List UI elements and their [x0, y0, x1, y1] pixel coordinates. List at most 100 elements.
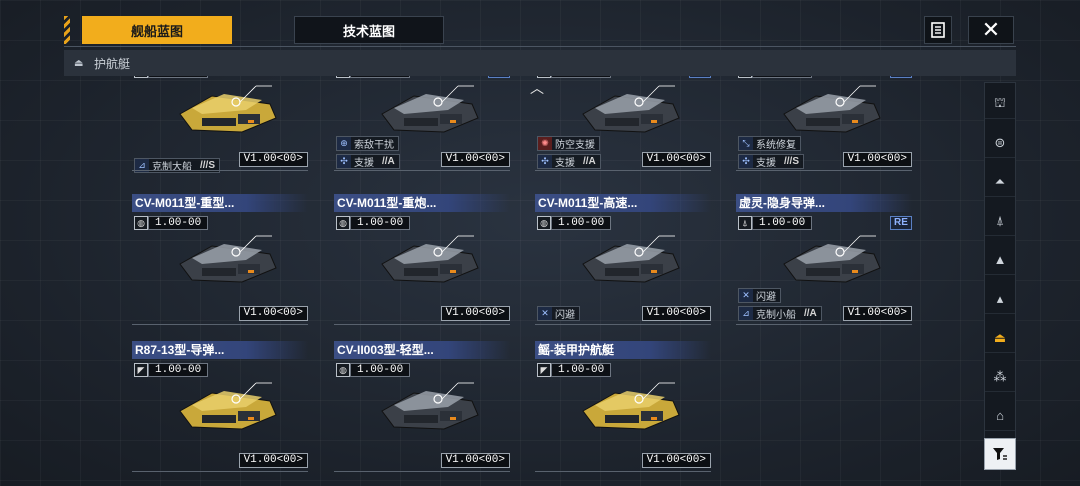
trait-tag: ⊕ 索敌干扰 [336, 136, 399, 151]
sidebar-item-fighter[interactable]: ▴ [985, 284, 1015, 314]
document-button[interactable] [924, 16, 952, 44]
card-frame-line [535, 471, 711, 472]
filter-button[interactable] [984, 438, 1016, 470]
wing-icon: ◤ [537, 363, 551, 377]
blueprint-card[interactable]: R87-13型-导弹... ◤ 1.00-00 V1.00<00> [132, 341, 314, 472]
trait-tag: ✣ 支援 ///S [738, 154, 805, 169]
swarm-icon: ⁂ [993, 368, 1007, 384]
search-jam-icon: ⊕ [337, 137, 351, 150]
ship-model-image [582, 85, 680, 133]
escort-icon: ⏏ [74, 57, 84, 69]
version-label: V1.00<00> [641, 453, 711, 468]
ship-class-filter-bar: ⛫ ⊜ ⏶ ⍋ ▲ ▴ ⏏ ⁂ ⌂ [984, 82, 1016, 470]
evade-icon: ✕ [538, 307, 552, 320]
card-frame-line [736, 324, 912, 325]
divider [64, 46, 1016, 47]
trait-tag: ⤡ 系统修复 [738, 136, 801, 151]
version-label: V1.00<00> [440, 306, 510, 321]
trait-label: 防空支援 [555, 140, 595, 151]
destroyer-icon: ⊜ [994, 134, 1006, 150]
station-icon: ⌂ [996, 408, 1004, 423]
sidebar-item-destroyer[interactable]: ⊜ [985, 128, 1015, 158]
card-frame-line [334, 471, 510, 472]
re-badge: RE [890, 216, 912, 230]
category-label: 护航艇 [94, 56, 131, 71]
re-badge: RE [488, 76, 510, 78]
corvette-icon: ▲ [993, 252, 1007, 267]
trait-tag: ✣ 支援 //A [336, 154, 400, 169]
trait-label: 闪避 [555, 310, 575, 321]
filter-icon [993, 448, 1007, 460]
trait-label: 系统修复 [756, 140, 796, 151]
trait-label: 支援 [756, 158, 776, 169]
ship-model-image [381, 235, 479, 283]
fighter-icon: ▴ [996, 290, 1004, 306]
support-icon: ✣ [337, 155, 351, 168]
tab-ship-blueprint[interactable]: 舰船蓝图 [82, 16, 232, 44]
card-frame-line [132, 324, 308, 325]
hazard-icon: ⚠ [134, 76, 148, 78]
ship-name: CV-M011型-重炮... [334, 194, 510, 212]
blueprint-card[interactable]: CV-M011型-重炮... ◍ 1.00-00 V1.00<00> [334, 194, 516, 325]
trait-tag: ⊿ 克制小船 //A [738, 306, 822, 321]
cruiser-icon: ⏶ [994, 173, 1006, 189]
ship-name: CV-II003型-轻型... [334, 341, 510, 359]
blueprint-card[interactable]: ◍1.00-00RE⤡系统修复✣支援///SV1.00<00> [736, 76, 918, 184]
version-label: V1.00<00> [440, 453, 510, 468]
trait-label: 克制小船 [756, 310, 796, 321]
ship-name: 虚灵-隐身导弹... [736, 194, 912, 212]
sidebar-item-carrier[interactable]: ⛫ [985, 89, 1015, 119]
wing-icon: ◤ [134, 363, 148, 377]
grid-icon: ◍ [336, 76, 350, 78]
blueprint-card[interactable]: 鳐-装甲护航艇 ◤ 1.00-00 V1.00<00> [535, 341, 717, 472]
blueprint-card[interactable]: ⚠2.21-00⊿克制大船///SV1.00<00> [132, 76, 314, 184]
blueprint-card[interactable]: CV-M011型-高速... ◍ 1.00-00 ✕ 闪避 V1.00<00> [535, 194, 717, 325]
small-counter-icon: ⊿ [739, 307, 753, 320]
version-label: V1.00<00> [238, 453, 308, 468]
ship-model-image [179, 85, 277, 133]
frigate-icon: ⍋ [996, 212, 1004, 228]
blueprint-card[interactable]: 虚灵-隐身导弹... ⍋ 1.00-00 RE ✕ 闪避 ⊿ 克制小船//A V1.00<00> [736, 194, 918, 325]
sidebar-item-swarm[interactable]: ⁂ [985, 362, 1015, 392]
blueprint-card[interactable]: CV-M011型-重型... ◍ 1.00-00 V1.00<00> [132, 194, 314, 325]
sidebar-item-escort[interactable]: ⏏ [985, 323, 1015, 353]
trait-grade: //A [804, 308, 817, 319]
trait-label: 闪避 [756, 292, 776, 303]
ship-name: 鳐-装甲护航艇 [535, 341, 711, 359]
ship-model-image [783, 85, 881, 133]
escort-icon: ⏏ [993, 329, 1007, 345]
top-bar: 舰船蓝图 技术蓝图 ✕ [64, 14, 1016, 44]
blueprint-card[interactable]: ◍1.00-00RE⊕索敌干扰✣支援//AV1.00<00> [334, 76, 516, 184]
trait-grade: //A [382, 156, 395, 167]
document-icon [931, 22, 945, 38]
grid-icon: ◍ [738, 76, 752, 78]
ship-model-image [179, 382, 277, 430]
blueprint-card[interactable]: ◍1.00-00RE✺防空支援✣支援//AV1.00<00> [535, 76, 717, 184]
carrier-icon: ⛫ [994, 94, 1006, 110]
grid-icon: ◍ [336, 363, 350, 377]
sidebar-item-frigate[interactable]: ⍋ [985, 206, 1015, 236]
ship-name: CV-M011型-重型... [132, 194, 308, 212]
ship-model-image [783, 235, 881, 283]
evade-icon: ✕ [739, 289, 753, 302]
grid-icon: ◍ [537, 76, 551, 78]
version-label: V1.00<00> [842, 152, 912, 167]
grid-icon: ◍ [336, 216, 350, 230]
blueprint-card[interactable]: CV-II003型-轻型... ◍ 1.00-00 V1.00<00> [334, 341, 516, 472]
close-button[interactable]: ✕ [968, 16, 1014, 44]
card-frame-line [535, 324, 711, 325]
trait-grade: ///S [784, 156, 800, 167]
blueprint-grid: ⚠2.21-00⊿克制大船///SV1.00<00>◍1.00-00RE⊕索敌干… [132, 76, 932, 486]
ship-model-image [381, 382, 479, 430]
sidebar-item-cruiser[interactable]: ⏶ [985, 167, 1015, 197]
ship-model-image [179, 235, 277, 283]
card-frame-line [334, 324, 510, 325]
version-label: V1.00<00> [238, 306, 308, 321]
tab-tech-blueprint[interactable]: 技术蓝图 [294, 16, 444, 44]
support-icon: ✣ [739, 155, 753, 168]
trait-label: 支援 [354, 158, 374, 169]
sidebar-item-station[interactable]: ⌂ [985, 401, 1015, 431]
ship-name: CV-M011型-高速... [535, 194, 711, 212]
re-badge: RE [689, 76, 711, 78]
sidebar-item-corvette[interactable]: ▲ [985, 245, 1015, 275]
